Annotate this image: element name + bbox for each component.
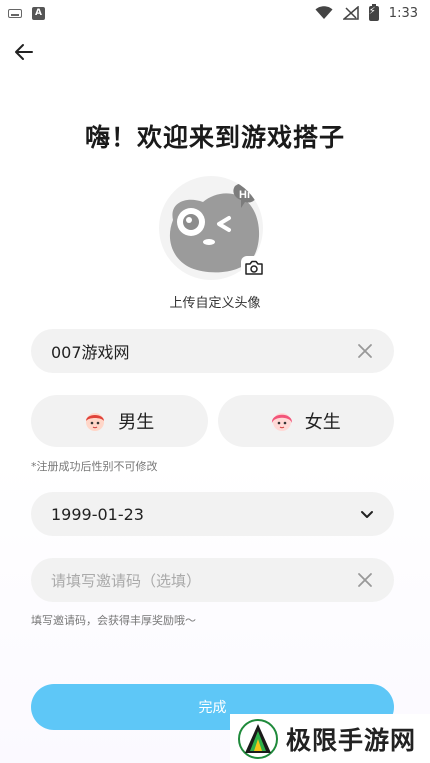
notification-a-icon: A: [32, 6, 45, 20]
birthday-select[interactable]: 1999-01-23: [31, 492, 394, 536]
gender-male-button[interactable]: 男生: [31, 395, 208, 447]
watermark: 极限手游网: [230, 714, 430, 763]
status-right: 1:33: [315, 3, 418, 21]
avatar-caption: 上传自定义头像: [169, 296, 261, 311]
back-arrow-icon: [15, 44, 33, 60]
back-button[interactable]: [10, 38, 38, 66]
nickname-value: 007游戏网: [51, 343, 130, 362]
gender-male-label: 男生: [118, 412, 155, 433]
gender-selector: 男生 女生: [31, 395, 394, 447]
gender-hint: *注册成功后性别不可修改: [31, 460, 158, 473]
svg-text:Hi: Hi: [239, 189, 250, 201]
birthday-value: 1999-01-23: [51, 504, 144, 524]
status-left: A: [8, 6, 45, 20]
page-background: [0, 0, 430, 763]
battery-charging-icon: [368, 3, 379, 21]
gender-female-button[interactable]: 女生: [217, 395, 394, 447]
nickname-field[interactable]: 007游戏网: [31, 329, 394, 373]
invite-code-placeholder: 请填写邀请码（选填）: [51, 571, 202, 590]
page-title: 嗨！欢迎来到游戏搭子: [84, 123, 345, 152]
camera-icon[interactable]: [241, 256, 267, 280]
male-face-icon: [86, 413, 105, 431]
clear-invite-code-icon[interactable]: [356, 571, 374, 589]
wifi-icon: [315, 6, 333, 19]
watermark-text: 极限手游网: [286, 725, 417, 755]
status-time: 1:33: [388, 5, 418, 21]
signal-icon: [342, 6, 359, 20]
status-bar: A 1:33: [0, 0, 430, 26]
gender-female-label: 女生: [304, 412, 341, 433]
watermark-logo-icon: [238, 718, 278, 759]
invite-code-field[interactable]: 请填写邀请码（选填）: [31, 558, 394, 602]
female-face-icon: [271, 413, 292, 431]
invite-code-hint: 填写邀请码，会获得丰厚奖励哦～: [31, 614, 196, 627]
clear-nickname-icon[interactable]: [356, 342, 374, 360]
chevron-down-icon: [361, 511, 373, 518]
keyboard-icon: [8, 8, 22, 18]
avatar-upload[interactable]: Hi: [155, 172, 271, 282]
